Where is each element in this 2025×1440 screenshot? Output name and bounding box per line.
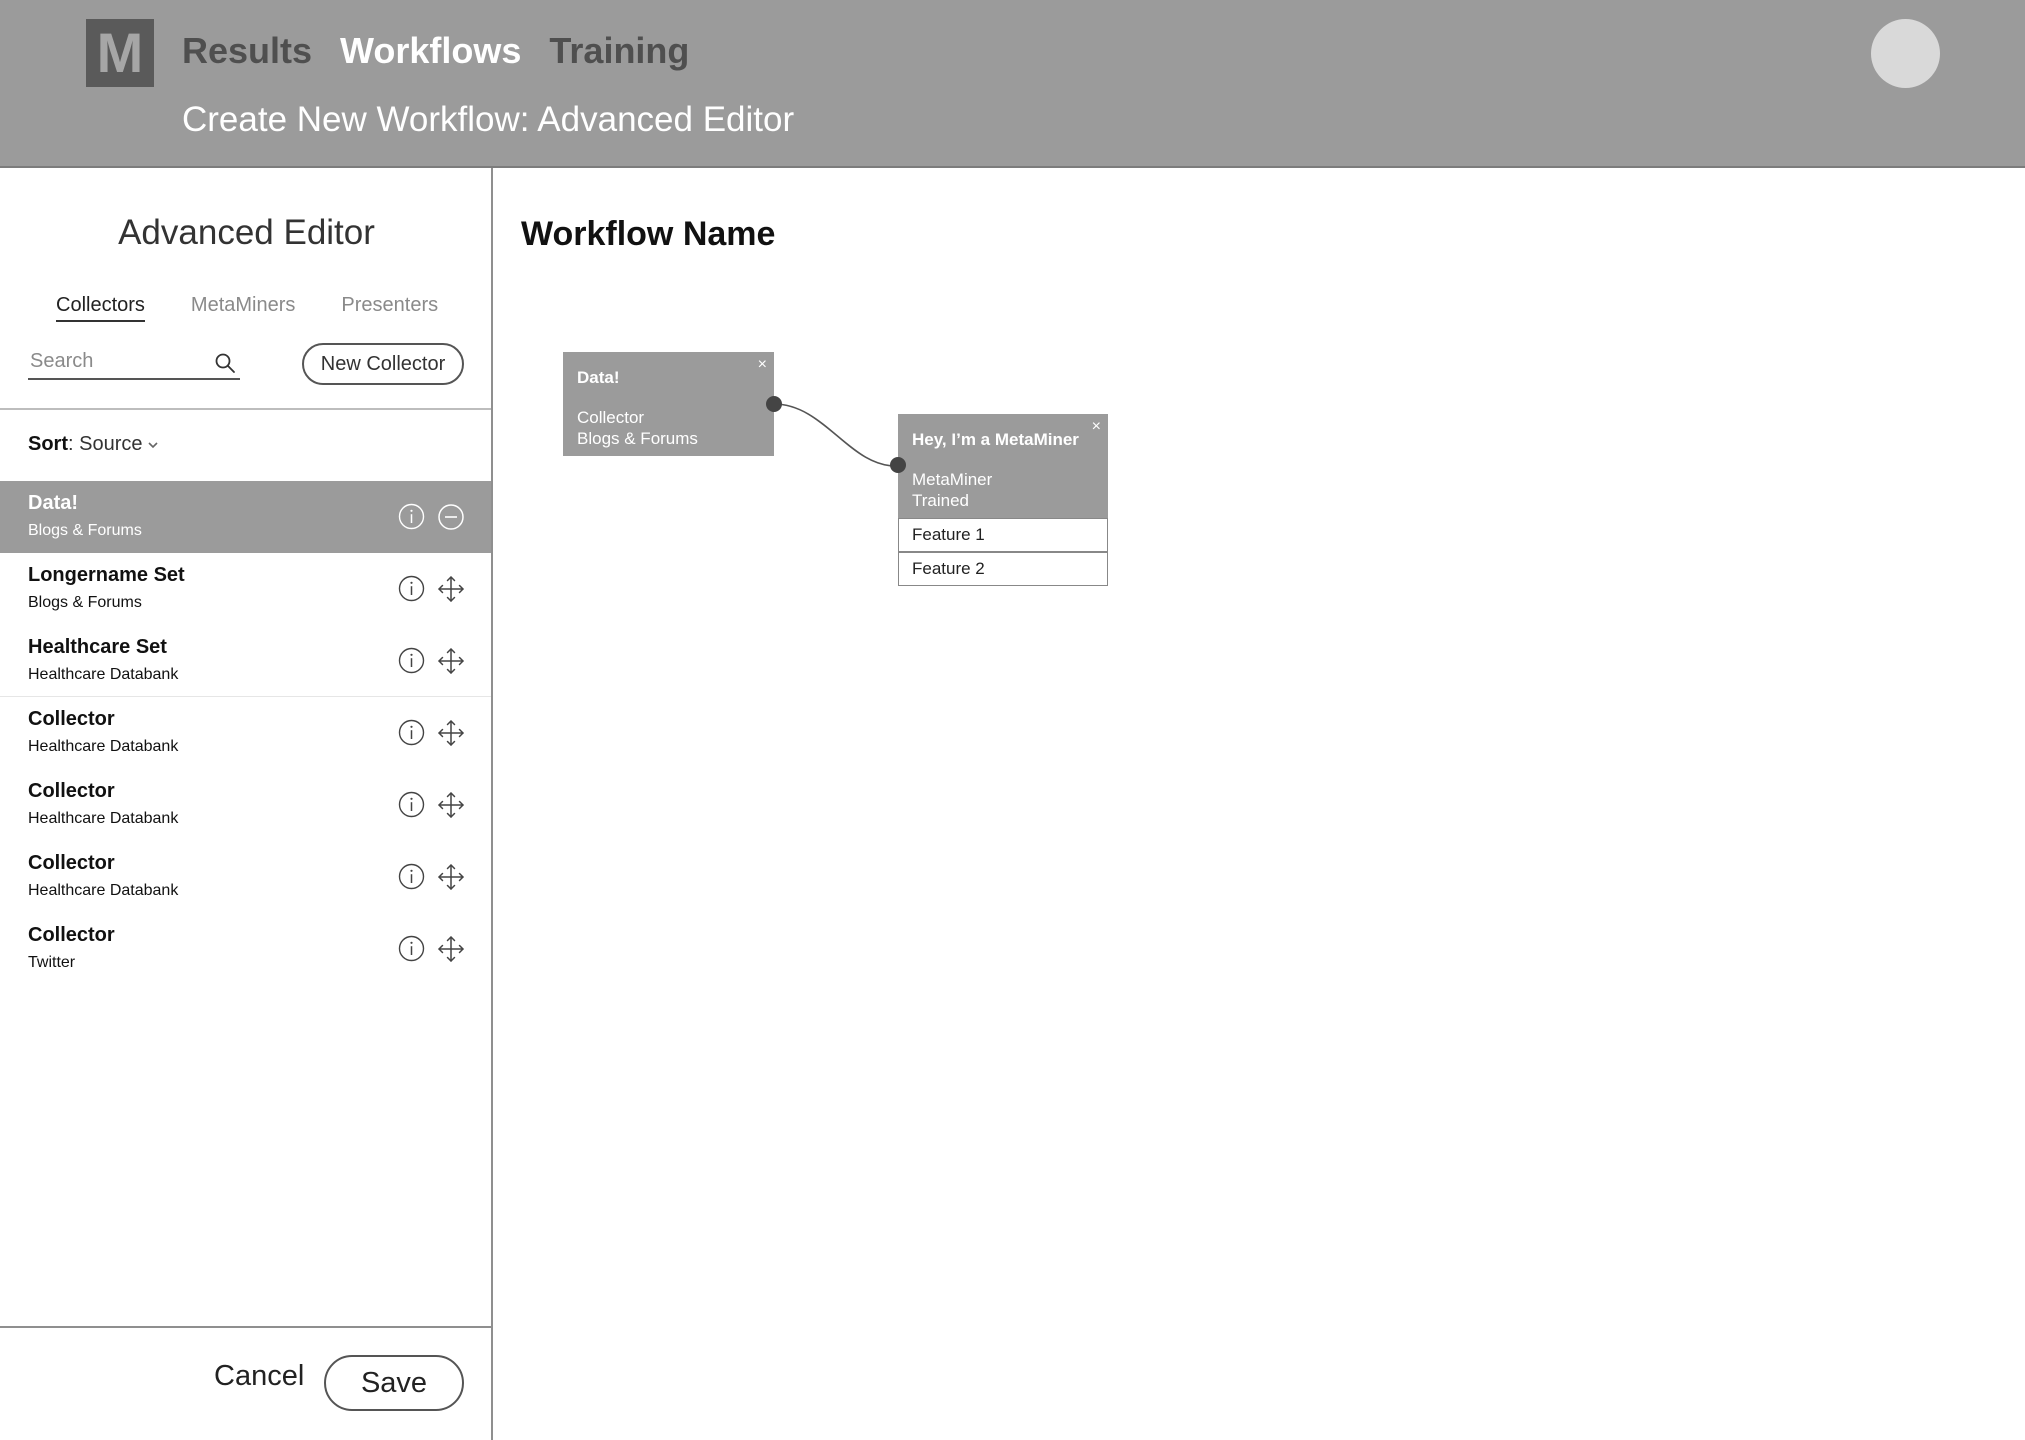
tab-collectors[interactable]: Collectors	[56, 294, 145, 322]
list-item[interactable]: Longername Set Blogs & Forums	[0, 553, 491, 625]
node-title: Hey, I’m a MetaMiner	[912, 430, 1079, 449]
chevron-down-icon	[148, 441, 159, 448]
item-source: Healthcare Databank	[28, 810, 179, 827]
item-name: Longername Set	[28, 564, 185, 586]
info-icon[interactable]	[398, 791, 425, 818]
input-port[interactable]	[890, 457, 906, 473]
close-icon[interactable]: ×	[758, 356, 767, 374]
move-icon[interactable]	[437, 575, 465, 603]
node-type: Collector	[577, 408, 645, 427]
collector-node[interactable]: Data! × Collector Blogs & Forums	[563, 352, 774, 456]
tab-presenters[interactable]: Presenters	[341, 294, 438, 322]
page-subtitle: Create New Workflow: Advanced Editor	[182, 100, 795, 139]
item-source: Healthcare Databank	[28, 738, 179, 755]
app-header: M Results Workflows Training Create New …	[0, 0, 2025, 168]
component-tabs: Collectors MetaMiners Presenters	[56, 294, 438, 322]
item-name: Data!	[28, 492, 79, 514]
sort-label: Sort	[28, 433, 68, 455]
tab-metaminers[interactable]: MetaMiners	[191, 294, 295, 322]
close-icon[interactable]: ×	[1092, 418, 1101, 436]
search-input[interactable]	[28, 346, 198, 376]
item-source: Healthcare Databank	[28, 666, 179, 683]
node-title: Data!	[577, 368, 620, 387]
info-icon[interactable]	[398, 647, 425, 674]
move-icon[interactable]	[437, 647, 465, 675]
sort-dropdown[interactable]: Sort : Source	[28, 433, 160, 456]
user-avatar[interactable]	[1871, 19, 1940, 88]
move-icon[interactable]	[437, 719, 465, 747]
item-source: Healthcare Databank	[28, 882, 179, 899]
metaminer-node[interactable]: Hey, I’m a MetaMiner × MetaMiner Trained	[898, 414, 1108, 518]
list-item[interactable]: Collector Healthcare Databank	[0, 841, 491, 913]
remove-icon[interactable]	[437, 503, 465, 531]
list-item[interactable]: Data! Blogs & Forums	[0, 481, 491, 553]
search-box	[28, 346, 240, 380]
item-name: Collector	[28, 852, 115, 874]
item-source: Blogs & Forums	[28, 594, 142, 611]
move-icon[interactable]	[437, 791, 465, 819]
node-source: Blogs & Forums	[577, 429, 698, 448]
list-item[interactable]: Collector Healthcare Databank	[0, 697, 491, 769]
info-icon[interactable]	[398, 863, 425, 890]
app-logo[interactable]: M	[86, 19, 154, 87]
nav-workflows[interactable]: Workflows	[340, 30, 521, 72]
editor-sidebar: Advanced Editor Collectors MetaMiners Pr…	[0, 168, 493, 1440]
new-collector-button[interactable]: New Collector	[302, 343, 464, 385]
sidebar-title: Advanced Editor	[118, 213, 375, 252]
list-item[interactable]: Healthcare Set Healthcare Databank	[0, 625, 491, 697]
divider	[0, 1326, 491, 1328]
feature-row[interactable]: Feature 2	[898, 552, 1108, 586]
nav-results[interactable]: Results	[182, 30, 312, 72]
list-item[interactable]: Collector Healthcare Databank	[0, 769, 491, 841]
nav-training[interactable]: Training	[549, 30, 689, 72]
node-type: MetaMiner	[912, 470, 993, 489]
item-name: Collector	[28, 924, 115, 946]
main-nav: Results Workflows Training	[182, 30, 689, 72]
info-icon[interactable]	[398, 935, 425, 962]
save-button[interactable]: Save	[324, 1355, 464, 1411]
info-icon[interactable]	[398, 719, 425, 746]
info-icon[interactable]	[398, 503, 425, 530]
search-icon[interactable]	[214, 352, 236, 374]
info-icon[interactable]	[398, 575, 425, 602]
item-source: Twitter	[28, 954, 76, 971]
collector-list: Data! Blogs & Forums Longername Set Blog…	[0, 481, 491, 985]
move-icon[interactable]	[437, 935, 465, 963]
item-name: Collector	[28, 708, 115, 730]
item-source: Blogs & Forums	[28, 522, 142, 539]
workflow-canvas[interactable]: Workflow Name Data! × Collector Blogs & …	[495, 168, 2025, 1440]
workflow-name[interactable]: Workflow Name	[521, 215, 775, 254]
output-port[interactable]	[766, 396, 782, 412]
sort-value: : Source	[68, 433, 143, 455]
node-status: Trained	[912, 491, 970, 510]
divider	[0, 408, 491, 410]
move-icon[interactable]	[437, 863, 465, 891]
item-name: Collector	[28, 780, 115, 802]
cancel-button[interactable]: Cancel	[214, 1360, 304, 1393]
item-name: Healthcare Set	[28, 636, 167, 658]
list-item[interactable]: Collector Twitter	[0, 913, 491, 985]
feature-row[interactable]: Feature 1	[898, 518, 1108, 552]
